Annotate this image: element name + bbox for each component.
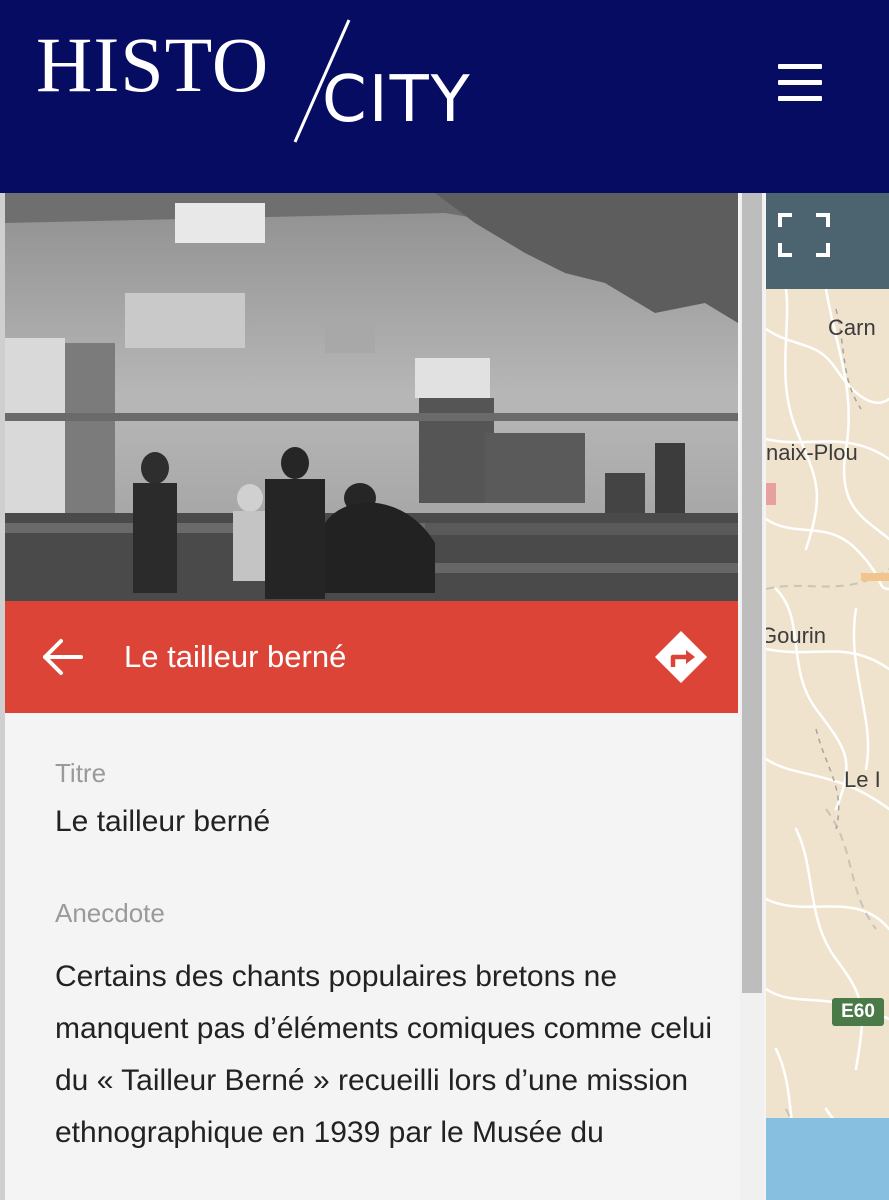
logo-text-city: CITY (322, 63, 472, 137)
map-roads (766, 289, 889, 1200)
article-photo (5, 193, 738, 601)
panel-scrollbar[interactable] (740, 193, 764, 1200)
anecdote-field-label: Anecdote (55, 898, 165, 928)
title-field-value: Le tailleur berné (55, 805, 271, 838)
anecdote-text: Certains des chants populaires bretons n… (55, 960, 712, 1149)
map-label-naix-plou: naix-Plou (766, 440, 858, 465)
title-field-label: Titre (55, 758, 107, 788)
fullscreen-icon[interactable] (778, 213, 830, 257)
arrow-left-icon[interactable] (37, 633, 87, 681)
map-label-carn: Carn (828, 315, 876, 340)
article-title-bar: Le tailleur berné (5, 601, 738, 713)
archive-photo-illustration (5, 193, 738, 601)
hamburger-menu-icon[interactable] (770, 58, 830, 108)
article-title: Le tailleur berné (124, 639, 347, 674)
detail-panel: Le tailleur berné Titre Le tailleur bern… (5, 193, 738, 1200)
map-toolbar (766, 193, 889, 289)
histocity-logo[interactable]: HISTO CITY (36, 18, 496, 148)
app-header: HISTO CITY (0, 0, 889, 193)
scrollbar-thumb[interactable] (742, 193, 762, 993)
map-label-gourin: Gourin (766, 623, 827, 648)
map-view[interactable]: Carn naix-Plou Gourin Le I E60 (766, 193, 889, 1200)
map-label-le: Le I (844, 767, 881, 792)
road-badge-e60: E60 (832, 998, 884, 1026)
sea-area (766, 1118, 889, 1200)
logo-text-histo: HISTO (36, 21, 270, 108)
directions-icon[interactable] (653, 629, 709, 685)
